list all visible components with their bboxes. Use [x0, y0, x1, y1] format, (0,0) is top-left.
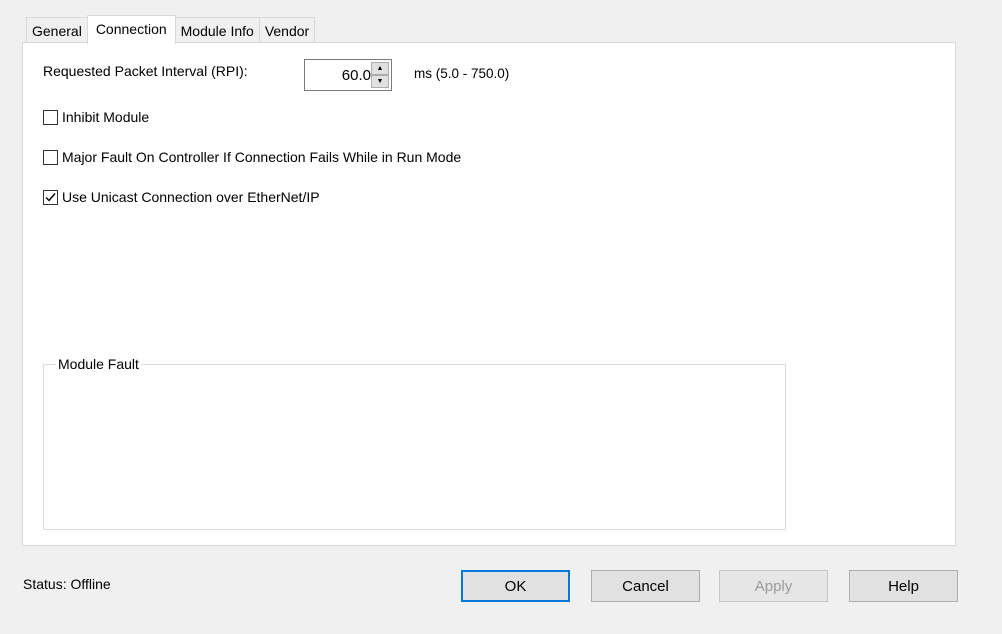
- help-button[interactable]: Help: [849, 570, 958, 602]
- unicast-checkbox[interactable]: [43, 189, 58, 205]
- ok-button[interactable]: OK: [461, 570, 570, 602]
- inhibit-module-label: Inhibit Module: [62, 109, 150, 125]
- inhibit-module-option[interactable]: Inhibit Module: [43, 109, 149, 125]
- rpi-input[interactable]: [307, 62, 373, 88]
- checkmark-icon: [45, 192, 56, 202]
- status-text: Status: Offline: [23, 576, 111, 592]
- rpi-range-label: ms (5.0 - 750.0): [414, 66, 510, 81]
- apply-button[interactable]: Apply: [719, 570, 828, 602]
- tab-vendor[interactable]: Vendor: [258, 17, 316, 43]
- cancel-button[interactable]: Cancel: [591, 570, 700, 602]
- rpi-spinner: ▲ ▼: [371, 62, 389, 88]
- rpi-spinbox: ▲ ▼: [304, 59, 392, 91]
- arrow-up-icon[interactable]: ▲: [371, 62, 389, 75]
- inhibit-module-checkbox[interactable]: [43, 109, 58, 125]
- major-fault-label: Major Fault On Controller If Connection …: [62, 149, 462, 165]
- major-fault-checkbox[interactable]: [43, 149, 58, 165]
- tab-connection[interactable]: Connection: [86, 15, 176, 44]
- unicast-option[interactable]: Use Unicast Connection over EtherNet/IP: [43, 189, 320, 205]
- rpi-label: Requested Packet Interval (RPI):: [43, 63, 248, 79]
- connection-panel: Requested Packet Interval (RPI): ▲ ▼ ms …: [22, 42, 956, 546]
- tab-general[interactable]: General: [26, 17, 88, 43]
- tab-module-info[interactable]: Module Info: [174, 17, 260, 43]
- major-fault-option[interactable]: Major Fault On Controller If Connection …: [43, 149, 461, 165]
- module-fault-group: Module Fault: [43, 356, 786, 530]
- arrow-down-icon[interactable]: ▼: [371, 75, 389, 88]
- module-fault-title: Module Fault: [56, 356, 141, 372]
- unicast-label: Use Unicast Connection over EtherNet/IP: [62, 189, 320, 205]
- tab-strip: General Connection Module Info Vendor: [26, 15, 316, 44]
